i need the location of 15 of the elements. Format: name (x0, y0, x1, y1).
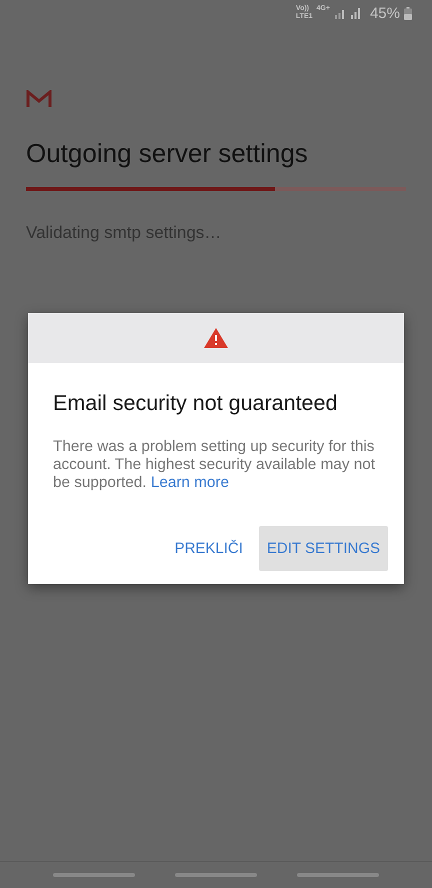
signal-icon (334, 7, 346, 19)
mail-logo (26, 90, 52, 108)
battery-percent: 45% (370, 4, 400, 22)
screen-title: Outgoing server settings (26, 138, 309, 169)
learn-more-link[interactable]: Learn more (150, 474, 230, 491)
warning-icon (204, 328, 228, 348)
nav-handle[interactable] (53, 873, 135, 877)
dialog-message: There was a problem setting up security for this account. The highest security available may not be supported. Learn more (53, 438, 376, 492)
cancel-button[interactable]: PREKLIČI (166, 526, 251, 571)
battery-icon (404, 6, 412, 20)
dialog-title: Email security not guaranteed (53, 391, 338, 416)
nav-handle[interactable] (297, 873, 379, 877)
nav-handle[interactable] (175, 873, 257, 877)
edit-settings-button[interactable]: EDIT SETTINGS (258, 526, 388, 571)
signal-icon (350, 7, 362, 19)
